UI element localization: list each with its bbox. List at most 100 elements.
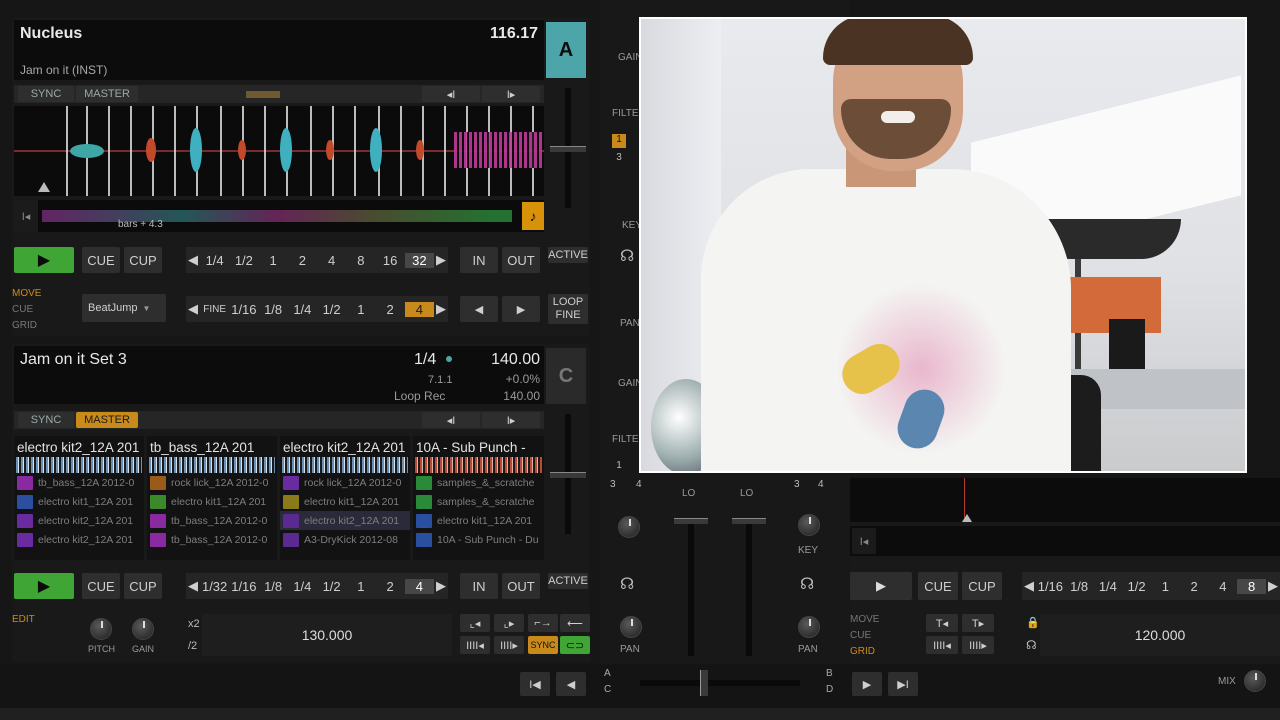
loop-size[interactable]: 1/4 — [200, 253, 229, 268]
slot-cell[interactable]: tb_bass_12A 2012-0 — [14, 473, 144, 492]
deck-a-in-button[interactable]: IN — [460, 247, 498, 273]
loop-size[interactable]: 8 — [346, 253, 375, 268]
loop-size-selected[interactable]: 4 — [404, 578, 434, 594]
deck-d-waveform[interactable] — [850, 478, 1280, 522]
deck-a-letter[interactable]: A — [546, 22, 586, 78]
deck-c-play-button[interactable]: ▶ — [14, 573, 74, 599]
gain-knob[interactable] — [132, 618, 154, 640]
slot-cell[interactable]: samples_&_scratche — [413, 492, 544, 511]
loop-toggle-icon[interactable]: ⊂⊃ — [560, 636, 590, 654]
loop-size[interactable]: 1/2 — [317, 579, 346, 594]
left-arrow-icon[interactable]: ◀ — [186, 578, 200, 594]
slot-cell[interactable]: electro kit1_12A 201 — [413, 511, 544, 530]
loop-size[interactable]: 1/32 — [200, 579, 229, 594]
deck-a-overview[interactable]: I◂ bars + 4.3 ♪ — [14, 200, 544, 232]
mixer-knob-c[interactable] — [618, 516, 640, 538]
mixer-key-knob-d[interactable] — [798, 514, 820, 536]
beatgrid-left-icon[interactable]: IIII◂ — [460, 636, 490, 654]
deck-a-prev-button[interactable]: ◂I — [422, 86, 480, 102]
mode-cue[interactable]: CUE — [12, 304, 72, 320]
headphone-icon-c[interactable]: ☊ — [620, 574, 634, 594]
loop-arrow-icon[interactable]: ⌐→ — [528, 614, 558, 632]
double-button[interactable]: x2 — [188, 618, 200, 630]
remix-slot-3[interactable]: electro kit2_12A 201 rock lick_12A 2012-… — [280, 436, 410, 560]
deck-a-next-button[interactable]: I▸ — [482, 86, 540, 102]
deck-d-cup-button[interactable]: CUP — [962, 572, 1002, 600]
move-size[interactable]: FINE — [200, 304, 229, 315]
mixer-fx-4-c[interactable]: 4 — [636, 479, 642, 490]
deck-c-tempo-fader-cap[interactable] — [550, 472, 586, 478]
loop-size-selected[interactable]: 8 — [1237, 578, 1266, 594]
slot-cell[interactable]: electro kit2_12A 201 — [14, 511, 144, 530]
deck-a-master-button[interactable]: MASTER — [76, 86, 138, 102]
move-size[interactable]: 1/8 — [259, 302, 288, 317]
slot-cell[interactable]: electro kit2_12A 201 — [280, 511, 410, 530]
mixer-fx-1[interactable]: 1 — [612, 134, 626, 148]
deck-c-edit-label[interactable]: EDIT — [12, 614, 35, 625]
overview-start-icon[interactable]: I◂ — [14, 200, 38, 232]
remix-slot-1[interactable]: electro kit2_12A 201 tb_bass_12A 2012-0 … — [14, 436, 144, 560]
headphone-icon-d[interactable]: ☊ — [800, 574, 814, 594]
loop-size[interactable]: 1 — [346, 579, 375, 594]
sync-small-button[interactable]: SYNC — [528, 636, 558, 654]
move-size[interactable]: 1 — [346, 302, 375, 317]
right-arrow-icon[interactable]: ▶ — [434, 301, 448, 317]
left-arrow-icon[interactable]: ◀ — [1022, 578, 1036, 594]
deck-letter-a[interactable]: A — [604, 668, 611, 679]
loop-size[interactable]: 1 — [259, 253, 288, 268]
slot-cell[interactable]: tb_bass_12A 2012-0 — [147, 530, 277, 549]
mode-move[interactable]: MOVE — [12, 288, 72, 304]
deck-a-waveform[interactable] — [14, 106, 544, 196]
channel-fader-c[interactable] — [688, 520, 694, 656]
move-size[interactable]: 1/16 — [229, 302, 258, 317]
loop-size[interactable]: 1/8 — [1065, 579, 1094, 594]
loop-size[interactable]: 1/2 — [229, 253, 258, 268]
loop-size[interactable]: 4 — [1209, 579, 1238, 594]
deck-c-master-button[interactable]: MASTER — [76, 412, 138, 428]
deck-c-in-button[interactable]: IN — [460, 573, 498, 599]
slot-cell[interactable]: A3-DryKick 2012-08 — [280, 530, 410, 549]
half-button[interactable]: /2 — [188, 640, 197, 652]
deck-c-cup-button[interactable]: CUP — [124, 573, 162, 599]
deck-c-active-button[interactable]: ACTIVE — [548, 573, 588, 589]
slot-cell[interactable]: 10A - Sub Punch - Du — [413, 530, 544, 549]
grid-out-icon[interactable]: T▸ — [962, 614, 994, 632]
headphone-icon-small[interactable]: ☊ — [1026, 638, 1037, 652]
loop-size[interactable]: 1/8 — [259, 579, 288, 594]
loop-size[interactable]: 2 — [376, 579, 405, 594]
right-arrow-icon[interactable]: ▶ — [434, 578, 448, 594]
deck-letter-b[interactable]: B — [826, 668, 833, 679]
deck-a-beatjump-dropdown[interactable]: BeatJump ▼ — [82, 294, 166, 322]
lock-icon[interactable]: 🔒 — [1026, 616, 1040, 629]
deck-a-play-button[interactable]: ▶ — [14, 247, 74, 273]
grid-right-icon[interactable]: IIII▸ — [962, 636, 994, 654]
mixer-fx-3-c[interactable]: 3 — [610, 479, 616, 490]
move-size[interactable]: 1/2 — [317, 302, 346, 317]
mixer-fx-3-d[interactable]: 3 — [794, 479, 800, 490]
loop-size[interactable]: 1/4 — [1094, 579, 1123, 594]
remix-slot-4[interactable]: 10A - Sub Punch - samples_&_scratche sam… — [413, 436, 544, 560]
beatgrid-right-icon[interactable]: IIII▸ — [494, 636, 524, 654]
left-arrow-icon[interactable]: ◀ — [186, 252, 200, 268]
move-forward-button[interactable]: ▶ — [502, 296, 540, 322]
deck-c-letter[interactable]: C — [546, 348, 586, 404]
channel-fader-d-cap[interactable] — [732, 518, 766, 524]
deck-letter-c[interactable]: C — [604, 684, 611, 695]
mode-grid[interactable]: GRID — [12, 320, 72, 336]
slot-cell[interactable]: electro kit1_12A 201 — [147, 492, 277, 511]
loop-size[interactable]: 1/4 — [288, 579, 317, 594]
back-icon[interactable]: ◀ — [556, 672, 586, 696]
pitch-knob[interactable] — [90, 618, 112, 640]
back-arrow-icon[interactable]: ⟵ — [560, 614, 590, 632]
loop-in-icon[interactable]: ⌞◂ — [460, 614, 490, 632]
deck-d-overview[interactable]: I◂ — [850, 526, 1280, 556]
slot-cell[interactable]: electro kit1_12A 201 — [14, 492, 144, 511]
right-arrow-icon[interactable]: ▶ — [434, 252, 448, 268]
skip-forward-icon[interactable]: ▶I — [888, 672, 918, 696]
channel-fader-c-cap[interactable] — [674, 518, 708, 524]
slot-cell[interactable]: tb_bass_12A 2012-0 — [147, 511, 277, 530]
move-size[interactable]: 1/4 — [288, 302, 317, 317]
deck-a-cup-button[interactable]: CUP — [124, 247, 162, 273]
loop-size[interactable]: 2 — [1180, 579, 1209, 594]
loop-fine-button[interactable]: LOOP FINE — [548, 294, 588, 324]
